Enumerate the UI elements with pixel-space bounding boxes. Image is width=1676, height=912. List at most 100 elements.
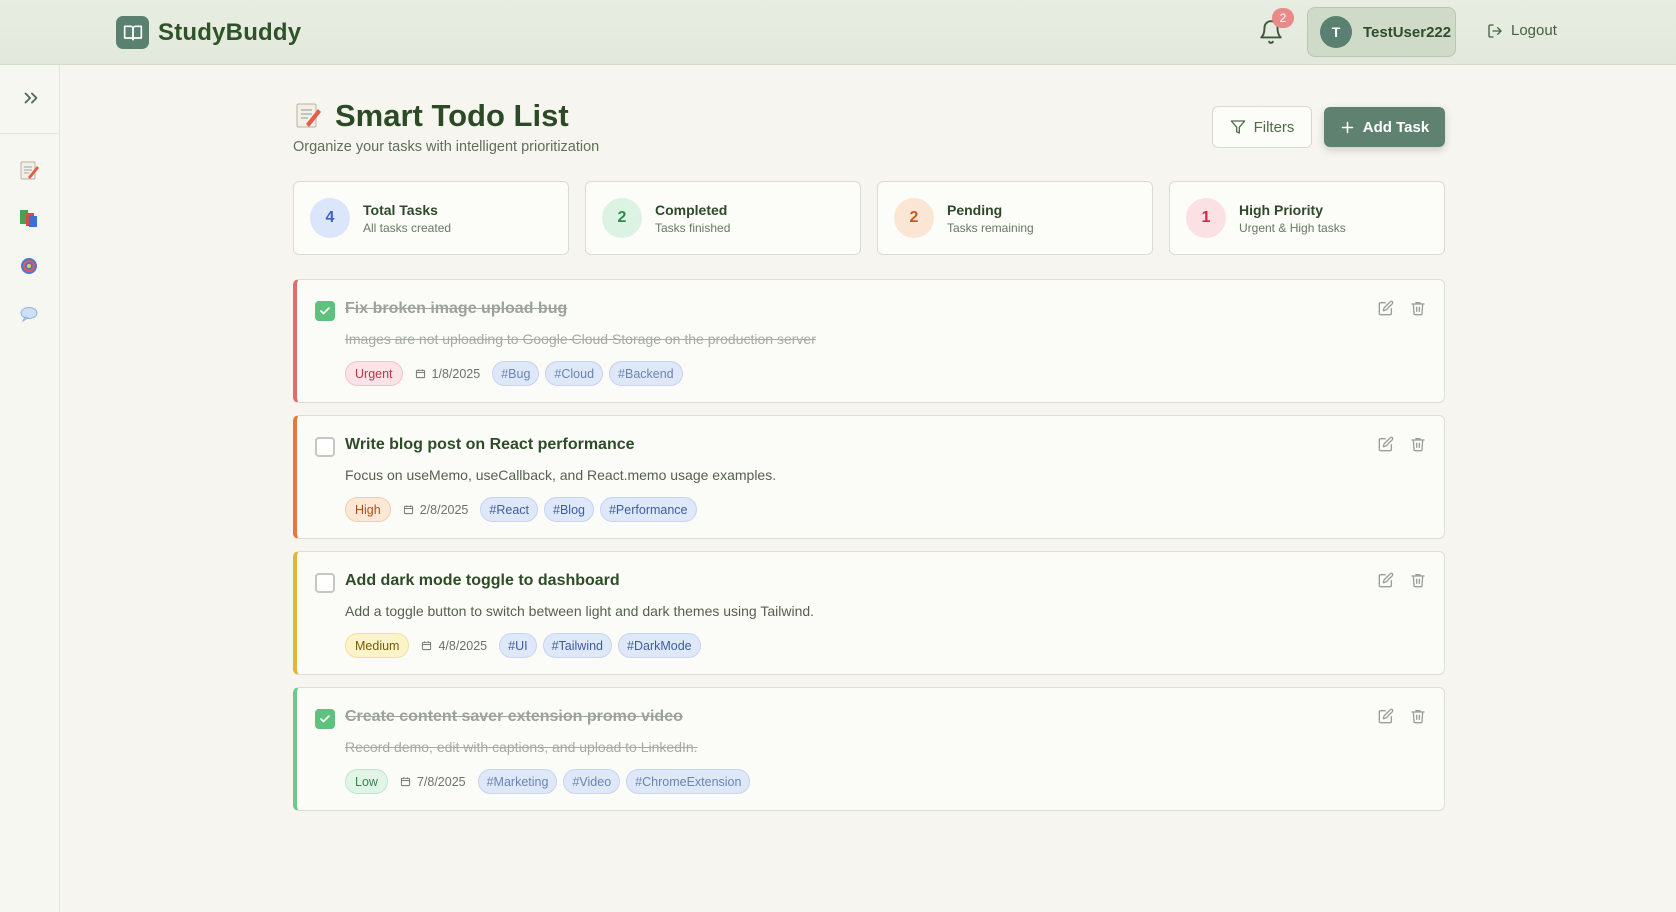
calendar-icon [403,505,413,515]
task-title: Add dark mode toggle to dashboard [345,572,620,589]
task-tag: #ChromeExtension [626,769,751,794]
memo-icon [293,101,323,131]
task-card[interactable]: Fix broken image upload bug Images are n… [293,279,1445,403]
task-tag: #Tailwind [542,633,613,658]
sidebar-divider [0,133,60,134]
brand-name: StudyBuddy [158,18,302,46]
task-actions [1378,572,1426,588]
task-checkbox[interactable] [315,709,335,729]
sidebar-item-chat[interactable] [18,303,40,325]
trash-icon[interactable] [1410,300,1426,316]
task-description: Focus on useMemo, useCallback, and React… [345,467,777,483]
task-tag: #UI [499,633,537,658]
chevrons-right-icon[interactable] [20,87,42,109]
logout-label: Logout [1511,22,1557,39]
logout-icon [1488,23,1502,38]
sidebar-item-books[interactable] [18,207,40,229]
due-date-text: 1/8/2025 [431,366,481,381]
top-navbar: StudyBuddy 2 T TestUser222 Logout [0,0,1676,65]
stat-sub: Urgent & High tasks [1239,220,1346,235]
page-subtitle: Organize your tasks with intelligent pri… [293,139,600,155]
calendar-icon [415,369,425,379]
stat-label: High Priority [1239,201,1324,218]
due-date: 2/8/2025 [403,502,469,517]
stat-value: 2 [894,198,934,238]
task-card[interactable]: Add dark mode toggle to dashboard Add a … [293,551,1445,675]
task-meta: Low 7/8/2025 #Marketing #Video #ChromeEx… [345,769,751,794]
task-description: Add a toggle button to switch between li… [345,603,815,619]
due-date-text: 2/8/2025 [419,502,469,517]
task-actions [1378,708,1426,724]
task-meta: Medium 4/8/2025 #UI #Tailwind #DarkMode [345,633,701,658]
stat-label: Pending [947,201,1003,218]
stat-card-pending: 2 Pending Tasks remaining [877,181,1153,255]
stat-sub: All tasks created [363,220,452,235]
task-meta: Urgent 1/8/2025 #Bug #Cloud #Backend [345,361,683,386]
filters-label: Filters [1253,118,1295,136]
task-tag: #Marketing [477,769,558,794]
priority-badge: Low [345,769,388,794]
stats-row: 4 Total Tasks All tasks created 2 Comple… [293,181,1445,255]
trash-icon[interactable] [1410,572,1426,588]
brand[interactable]: StudyBuddy [116,16,301,49]
task-tag: #Blog [544,497,594,522]
add-task-button[interactable]: Add Task [1324,107,1445,147]
page-header: Smart Todo List [293,98,569,134]
task-tag: #Cloud [545,361,604,386]
task-tag: #Bug [492,361,540,386]
task-checkbox[interactable] [315,437,335,457]
task-checkbox[interactable] [315,573,335,593]
task-meta: High 2/8/2025 #React #Blog #Performance [345,497,697,522]
edit-icon[interactable] [1378,300,1394,316]
task-title: Write blog post on React performance [345,436,635,453]
priority-badge: Urgent [345,361,403,386]
add-task-label: Add Task [1362,118,1430,136]
priority-badge: High [345,497,391,522]
stat-value: 2 [602,198,642,238]
user-name: TestUser222 [1363,23,1452,41]
task-title: Fix broken image upload bug [345,300,568,317]
task-list: Fix broken image upload bug Images are n… [293,279,1445,823]
memo-icon [20,161,39,180]
filters-button[interactable]: Filters [1212,106,1312,148]
due-date-text: 4/8/2025 [438,638,488,653]
logout-button[interactable]: Logout [1487,22,1557,39]
plus-icon [1341,121,1354,133]
stat-card-high-priority: 1 High Priority Urgent & High tasks [1169,181,1445,255]
calendar-icon [400,777,411,787]
book-icon [116,16,149,49]
stat-sub: Tasks remaining [947,220,1034,235]
user-menu-button[interactable]: T TestUser222 [1307,7,1456,57]
task-card[interactable]: Create content saver extension promo vid… [293,687,1445,811]
stat-value: 1 [1186,198,1226,238]
page-title: Smart Todo List [335,98,569,133]
filter-icon [1230,120,1245,134]
books-icon [20,210,37,227]
trash-icon[interactable] [1410,708,1426,724]
task-description: Record demo, edit with captions, and upl… [345,739,698,755]
task-tag: #React [480,497,538,522]
task-card[interactable]: Write blog post on React performance Foc… [293,415,1445,539]
stat-card-completed: 2 Completed Tasks finished [585,181,861,255]
stat-sub: Tasks finished [655,220,731,235]
sidebar [0,65,60,912]
task-title: Create content saver extension promo vid… [345,708,683,725]
due-date: 4/8/2025 [421,639,487,653]
trash-icon[interactable] [1410,436,1426,452]
priority-badge: Medium [345,633,410,658]
check-icon [320,307,330,315]
check-icon [320,715,330,723]
stat-value: 4 [310,198,350,238]
task-tag: #Performance [599,497,697,522]
globe-icon [21,258,37,274]
edit-icon[interactable] [1378,708,1394,724]
stat-label: Completed [655,201,728,218]
task-tag: #DarkMode [618,633,701,658]
sidebar-item-globe[interactable] [18,255,40,277]
stat-card-total: 4 Total Tasks All tasks created [293,181,569,255]
edit-icon[interactable] [1378,436,1394,452]
edit-icon[interactable] [1378,572,1394,588]
sidebar-item-todo[interactable] [18,160,40,182]
task-checkbox[interactable] [315,301,335,321]
stat-label: Total Tasks [363,201,438,218]
